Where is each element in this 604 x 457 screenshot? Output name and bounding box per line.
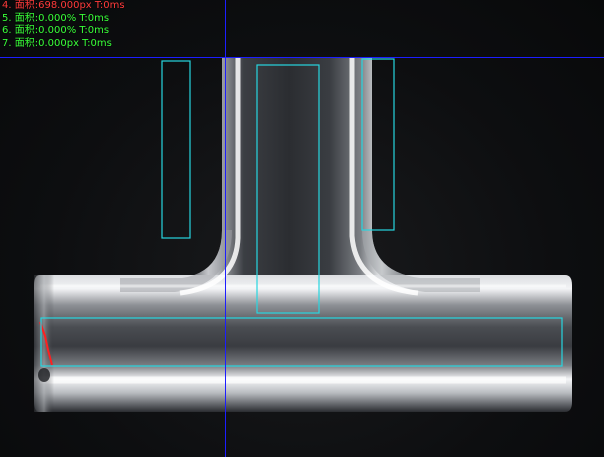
camera-image	[34, 58, 572, 412]
result-line-6: 6. 面积:0.000% T:0ms	[2, 25, 110, 36]
result-line-5: 5. 面积:0.000% T:0ms	[2, 12, 110, 24]
pipe-bar	[34, 275, 572, 412]
result-line-7: 7. 面积:0.000px T:0ms	[2, 37, 112, 49]
crosshair-horizontal-line	[0, 57, 604, 58]
crosshair-vertical-line	[225, 0, 226, 457]
roi-box-left-vertical[interactable]	[161, 60, 191, 239]
result-line-4: 4. 面积:698.000px T:0ms	[2, 0, 125, 11]
inspection-viewport[interactable]: 4. 面积:698.000px T:0ms 5. 面积:0.000% T:0ms…	[0, 0, 604, 457]
